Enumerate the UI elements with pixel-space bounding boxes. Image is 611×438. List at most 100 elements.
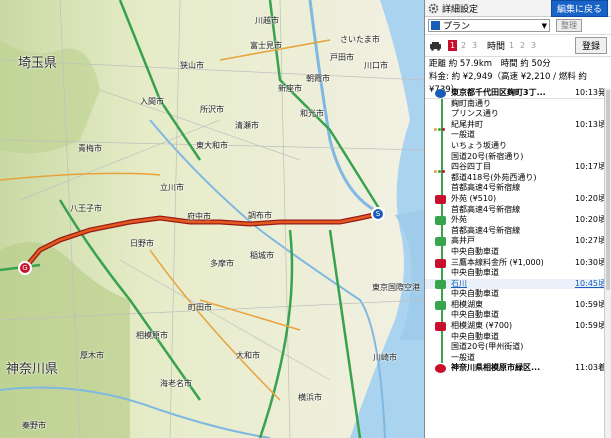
intersection-icon bbox=[434, 166, 448, 174]
route-step-row[interactable]: 相模湖東 (¥700) 10:59頃 bbox=[425, 321, 611, 332]
map-label: 厚木市 bbox=[80, 351, 104, 360]
map-label: 和光市 bbox=[300, 109, 324, 118]
route-step-row[interactable]: 麹町南通り bbox=[425, 98, 611, 110]
route-step-gutter bbox=[425, 289, 451, 300]
route-step-gutter bbox=[425, 352, 451, 364]
map-label: 神奈川県 bbox=[6, 362, 59, 377]
map-label: 青梅市 bbox=[78, 144, 102, 153]
route-mode-bar: 1 2 3 時間 1 2 3 登録 bbox=[425, 35, 611, 57]
route-step-row[interactable]: 紀尾井町 10:13頃 bbox=[425, 119, 611, 131]
route-step-label: 紀尾井町 bbox=[451, 119, 483, 129]
route-step-list[interactable]: 東京都千代田区麹町3丁... 10:13発 麹町南通り プリンス通り 紀尾井町 10:13… bbox=[425, 88, 611, 438]
route-step-label: 外苑 bbox=[451, 215, 467, 225]
route-step-row[interactable]: 国道20号(甲州街道) bbox=[425, 342, 611, 353]
route-step-row[interactable]: 首都高速4号新宿線 bbox=[425, 204, 611, 216]
route-step-label: 四谷四丁目 bbox=[451, 162, 491, 172]
route-line bbox=[441, 140, 443, 152]
route-step-row[interactable]: 一般道 bbox=[425, 352, 611, 364]
route-option-3[interactable]: 3 bbox=[470, 40, 479, 51]
route-option-1[interactable]: 1 bbox=[448, 40, 457, 51]
map-label: 埼玉県 bbox=[18, 56, 58, 71]
route-step-row[interactable]: 中央自動車道 bbox=[425, 331, 611, 343]
interchange-icon bbox=[435, 300, 446, 310]
route-goal-marker[interactable]: G bbox=[18, 261, 32, 275]
route-step-gutter bbox=[425, 236, 451, 247]
route-step-label: 都道418号(外苑西通り) bbox=[451, 172, 537, 182]
route-step-row[interactable]: 外苑 10:20頃 bbox=[425, 215, 611, 226]
toll-icon bbox=[435, 322, 446, 332]
route-step-row[interactable]: 中央自動車道 bbox=[425, 268, 611, 279]
route-step-label: 中央自動車道 bbox=[451, 246, 499, 256]
route-step-row[interactable]: プリンス通り bbox=[425, 109, 611, 120]
interchange-icon bbox=[435, 237, 446, 247]
map-canvas[interactable] bbox=[0, 0, 424, 438]
map-label: 稲城市 bbox=[250, 251, 274, 260]
route-step-label: 三鷹本線料金所 (¥1,000) bbox=[451, 257, 544, 267]
scrollbar[interactable] bbox=[604, 88, 611, 438]
route-step-row[interactable]: いちょう坂通り bbox=[425, 140, 611, 152]
route-step-row[interactable]: 高井戸 10:27頃 bbox=[425, 236, 611, 247]
route-panel: 詳細設定 編集に戻る プラン ▼ 整理 1 2 3 時間 1 2 3 登録 距離… bbox=[424, 0, 611, 438]
route-step-label: 一般道 bbox=[451, 130, 475, 140]
route-step-gutter bbox=[425, 98, 451, 110]
route-step-gutter bbox=[425, 109, 451, 120]
time-option-1[interactable]: 1 bbox=[507, 40, 516, 51]
route-step-row[interactable]: 一般道 bbox=[425, 130, 611, 141]
route-step-row[interactable]: 中央自動車道 bbox=[425, 246, 611, 258]
route-start-marker[interactable]: S bbox=[371, 207, 385, 221]
route-step-label: 神奈川県相模原市緑区... bbox=[451, 363, 541, 373]
route-step-row[interactable]: 外苑 (¥510) 10:20頃 bbox=[425, 193, 611, 205]
map-label: 川崎市 bbox=[373, 353, 397, 362]
back-to-edit-button[interactable]: 編集に戻る bbox=[550, 0, 608, 17]
intersection-icon bbox=[434, 124, 448, 131]
route-step-label: 首都高速4号新宿線 bbox=[451, 204, 521, 214]
time-option-2[interactable]: 2 bbox=[518, 40, 527, 51]
distance-text: 距離 約 57.9km bbox=[429, 59, 493, 69]
route-step-row[interactable]: 三鷹本線料金所 (¥1,000) 10:30頃 bbox=[425, 257, 611, 269]
gear-icon bbox=[428, 3, 439, 13]
route-step-gutter bbox=[425, 268, 451, 279]
route-step-row[interactable]: 中央自動車道 bbox=[425, 289, 611, 300]
map-view[interactable]: 埼玉県 神奈川県 所沢市 さいたま市 川越市 入間市 青梅市 八王子市 府中市 … bbox=[0, 0, 424, 438]
plan-select[interactable]: プラン ▼ bbox=[428, 19, 550, 32]
route-step-row[interactable]: 四谷四丁目 10:17頃 bbox=[425, 162, 611, 174]
duration-text: 時間 約 50分 bbox=[500, 59, 551, 69]
map-label: 戸田市 bbox=[330, 53, 354, 62]
route-step-row[interactable]: 首都高速4号新宿線 bbox=[425, 183, 611, 194]
map-label: 横浜市 bbox=[298, 393, 322, 402]
route-step-row[interactable]: 首都高速4号新宿線 bbox=[425, 225, 611, 237]
interchange-icon bbox=[435, 216, 446, 226]
route-step-row[interactable]: 東京都千代田区麹町3丁... 10:13発 bbox=[425, 88, 611, 99]
route-option-2[interactable]: 2 bbox=[459, 40, 468, 51]
route-step-row[interactable]: 中央自動車道 bbox=[425, 310, 611, 322]
route-step-label: 中央自動車道 bbox=[451, 331, 499, 341]
route-step-gutter bbox=[425, 162, 451, 174]
map-label: 町田市 bbox=[188, 303, 212, 312]
route-step-gutter bbox=[425, 225, 451, 237]
route-step-row[interactable]: 相模湖東 10:59頃 bbox=[425, 299, 611, 311]
time-option-3[interactable]: 3 bbox=[529, 40, 538, 51]
route-step-label: 中央自動車道 bbox=[451, 268, 499, 278]
route-step-gutter bbox=[425, 215, 451, 226]
route-line bbox=[441, 268, 443, 279]
route-step-row[interactable]: 都道418号(外苑西通り) bbox=[425, 172, 611, 184]
route-line bbox=[441, 98, 443, 110]
route-step-label: 首都高速4号新宿線 bbox=[451, 225, 521, 235]
route-step-row[interactable]: 神奈川県相模原市緑区... 11:03着 bbox=[425, 363, 611, 374]
map-label: 秦野市 bbox=[22, 421, 46, 430]
plan-icon bbox=[431, 21, 440, 30]
route-step-label: 外苑 (¥510) bbox=[451, 193, 497, 203]
map-label: 相模原市 bbox=[136, 331, 168, 340]
map-label: 府中市 bbox=[187, 212, 211, 221]
map-label: 大和市 bbox=[236, 351, 260, 360]
route-step-row[interactable]: 石川 10:45頃 bbox=[425, 278, 611, 290]
route-step-gutter bbox=[425, 363, 451, 374]
route-line bbox=[441, 204, 443, 216]
map-label: 狭山市 bbox=[180, 61, 204, 70]
register-button[interactable]: 登録 bbox=[574, 37, 607, 54]
route-step-gutter bbox=[425, 246, 451, 258]
organize-button[interactable]: 整理 bbox=[556, 19, 582, 32]
route-step-row[interactable]: 国道20号(新宿通り) bbox=[425, 151, 611, 163]
map-label: 東京国際空港 bbox=[372, 283, 420, 292]
car-icon[interactable] bbox=[429, 41, 442, 51]
